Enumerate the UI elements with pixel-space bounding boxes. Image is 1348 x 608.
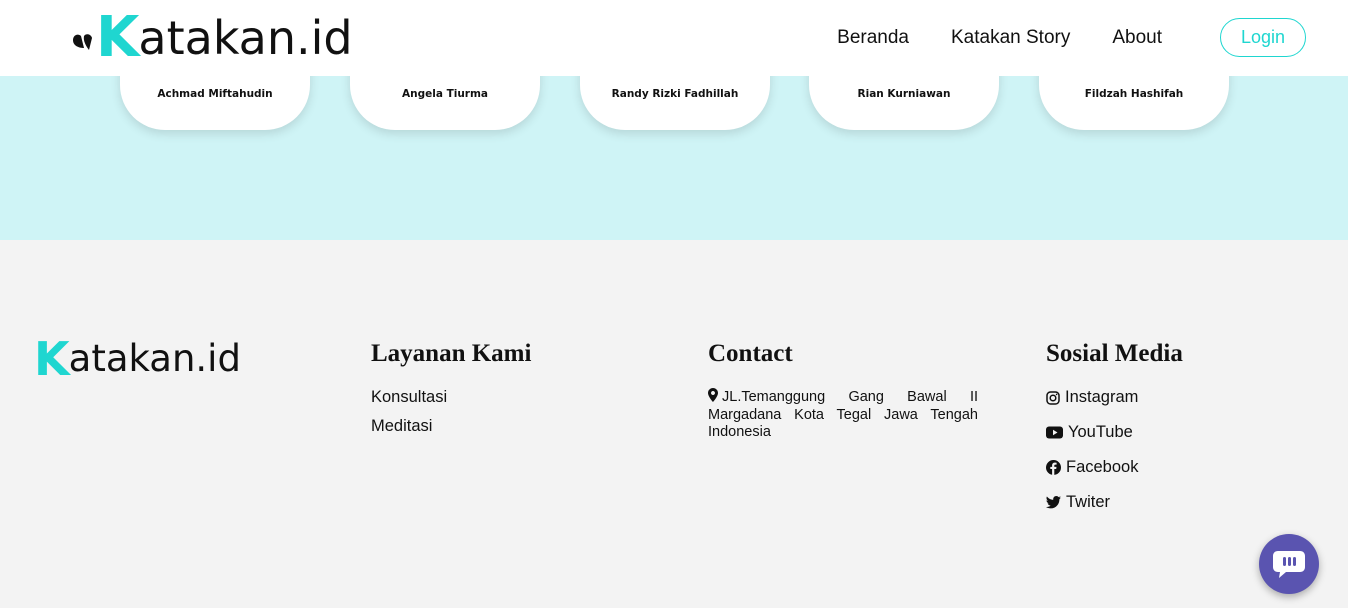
youtube-icon (1046, 426, 1063, 439)
navbar: K atakan.id Beranda Katakan Story About … (0, 0, 1348, 76)
footer-logo-text: atakan.id (68, 337, 241, 380)
footer-brand-logo[interactable]: K atakan.id (34, 332, 241, 386)
social-link-youtube[interactable]: YouTube (1046, 423, 1183, 442)
instagram-icon (1046, 390, 1060, 405)
social-link-instagram[interactable]: Instagram (1046, 388, 1183, 407)
contact-address-text: JL.Temanggung Gang Bawal II Margadana Ko… (708, 389, 978, 440)
contact-title: Contact (708, 340, 793, 367)
brand-logo-k: K (96, 5, 139, 70)
social-label: Twiter (1066, 493, 1111, 511)
brand-logo[interactable]: K atakan.id (70, 10, 353, 66)
main-nav: Beranda Katakan Story About (837, 0, 1162, 76)
sosial-media-column: Sosial Media Instagram YouTube Facebook … (1046, 340, 1183, 528)
team-member-name: Randy Rizki Fadhillah (611, 88, 739, 100)
social-label: Facebook (1066, 458, 1139, 476)
chat-icon (1273, 551, 1305, 578)
contact-address: JL.Temanggung Gang Bawal II Margadana Ko… (708, 388, 978, 441)
facebook-icon (1046, 460, 1061, 475)
layanan-title: Layanan Kami (371, 340, 532, 367)
footer: K atakan.id Layanan Kami Konsultasi Medi… (0, 240, 1348, 608)
nav-katakan-story[interactable]: Katakan Story (951, 27, 1070, 49)
social-link-facebook[interactable]: Facebook (1046, 458, 1183, 477)
social-link-twitter[interactable]: Twiter (1046, 493, 1183, 512)
brand-logo-text: atakan.id (138, 11, 353, 65)
team-member-name: Angela Tiurma (401, 88, 489, 100)
chat-widget-button[interactable] (1259, 534, 1319, 594)
service-link-konsultasi[interactable]: Konsultasi (371, 388, 531, 407)
layanan-column: Layanan Kami Konsultasi Meditasi (371, 340, 531, 446)
social-label: Instagram (1065, 388, 1139, 406)
team-member-name: Rian Kurniawan (857, 88, 951, 100)
contact-column: Contact JL.Temanggung Gang Bawal II Marg… (708, 340, 978, 441)
footer-logo-k: K (34, 332, 70, 386)
login-button[interactable]: Login (1220, 18, 1306, 57)
sosial-media-title: Sosial Media (1046, 340, 1183, 367)
social-label: YouTube (1068, 423, 1133, 441)
service-link-meditasi[interactable]: Meditasi (371, 417, 531, 436)
twitter-icon (1046, 496, 1061, 509)
nav-about[interactable]: About (1112, 27, 1162, 49)
team-member-name: Achmad Miftahudin (157, 88, 273, 100)
team-member-name: Fildzah Hashifah (1084, 88, 1184, 100)
quote-mark-icon (70, 26, 96, 66)
nav-beranda[interactable]: Beranda (837, 27, 909, 49)
map-pin-icon (708, 388, 718, 407)
